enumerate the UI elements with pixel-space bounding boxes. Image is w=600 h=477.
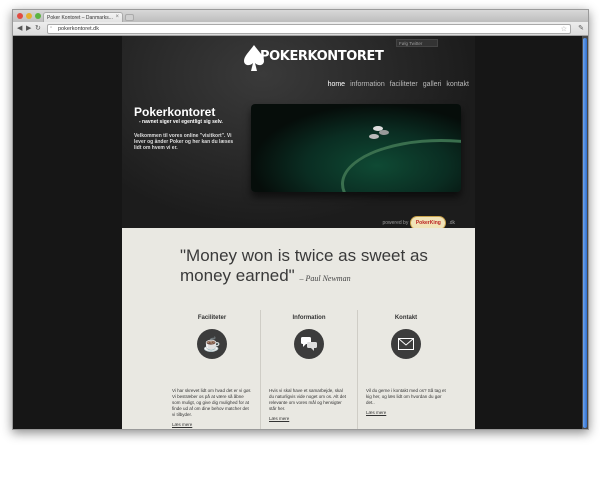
column-title: Information: [292, 315, 326, 321]
table-rail: [341, 139, 461, 192]
column-kontakt: Kontakt Vil du gerne i kontakt med os? S…: [358, 310, 454, 429]
menu-item-kontakt[interactable]: kontakt: [446, 81, 469, 88]
poker-table-photo: [251, 104, 461, 192]
hero-text: Pokerkontoret - navnet siger vel egentli…: [134, 105, 234, 152]
menu-item-home[interactable]: home: [328, 81, 346, 88]
tab-title: Poker Kontoret – Danmarks...: [47, 15, 113, 21]
feature-columns: Faciliteter ☕ Vi har skrevet lidt om hva…: [164, 310, 454, 429]
chip-stack: [369, 134, 379, 139]
page-icon: ▫: [50, 25, 53, 31]
zoom-window-button[interactable]: [35, 13, 41, 19]
column-title: Kontakt: [394, 315, 418, 321]
back-icon[interactable]: ◀: [17, 25, 22, 33]
wrench-icon[interactable]: ✎: [578, 24, 584, 32]
main-menu: home information faciliteter galleri kon…: [328, 81, 469, 88]
browser-toolbar: ◀ ▶ ↻ ▫ pokerkontoret.dk ☆ ✎: [13, 22, 588, 36]
new-tab-button[interactable]: [125, 14, 134, 21]
quote-author: – Paul Newman: [299, 274, 351, 283]
menu-item-galleri[interactable]: galleri: [423, 81, 442, 88]
column-title: Faciliteter: [197, 315, 227, 321]
speech-bubbles-icon: [294, 329, 324, 359]
column-text: Hvis vi skal have et samarbejde, skal du…: [269, 388, 347, 411]
scrollbar-thumb[interactable]: [583, 38, 587, 428]
scrollbar[interactable]: [582, 36, 588, 429]
twitter-follow-button[interactable]: Følg Twitter: [396, 39, 438, 47]
powered-by-suffix: .dk: [448, 220, 455, 226]
hero-section: POKERKONTORET Følg Twitter home informat…: [122, 36, 475, 230]
envelope-icon: [398, 338, 414, 350]
menu-item-information[interactable]: information: [350, 81, 385, 88]
menu-item-faciliteter[interactable]: faciliteter: [390, 81, 418, 88]
hero-intro: Velkommen til vores online "visitkort". …: [134, 133, 234, 151]
read-more-link[interactable]: Læs mere: [366, 410, 446, 415]
page-viewport: POKERKONTORET Følg Twitter home informat…: [13, 36, 588, 429]
window-controls: [17, 13, 41, 19]
column-information: Information Hvis vi skal have et samarbe…: [261, 310, 358, 429]
hero-subtitle: - navnet siger vel egentligt sig selv.: [139, 119, 223, 125]
hero-title: Pokerkontoret: [134, 105, 216, 119]
close-icon[interactable]: ×: [115, 14, 119, 20]
forward-icon[interactable]: ▶: [26, 25, 31, 33]
chip-stack: [373, 126, 383, 131]
logo-text: POKERKONTORET: [260, 49, 384, 64]
column-faciliteter: Faciliteter ☕ Vi har skrevet lidt om hva…: [164, 310, 261, 429]
coffee-cup-icon: ☕: [197, 329, 227, 359]
read-more-link[interactable]: Læs mere: [172, 422, 252, 427]
chip-stack: [379, 130, 389, 135]
bookmark-star-icon[interactable]: ☆: [561, 25, 567, 33]
speech-bubbles-icon: [301, 337, 317, 351]
address-bar[interactable]: ▫ pokerkontoret.dk ☆: [47, 24, 571, 34]
site-logo[interactable]: POKERKONTORET: [240, 42, 384, 74]
close-window-button[interactable]: [17, 13, 23, 19]
browser-tab[interactable]: Poker Kontoret – Danmarks... ×: [43, 12, 123, 22]
envelope-icon: [391, 329, 421, 359]
minimize-window-button[interactable]: [26, 13, 32, 19]
browser-window: Poker Kontoret – Danmarks... × ◀ ▶ ↻ ▫ p…: [12, 9, 589, 430]
column-text: Vil du gerne i kontakt med os? Så tag et…: [366, 388, 446, 405]
reload-icon[interactable]: ↻: [35, 25, 41, 33]
powered-by-label: powered by: [382, 220, 409, 226]
column-text: Vi har skrevet lidt om hvad det er vi gø…: [172, 388, 252, 417]
read-more-link[interactable]: Læs mere: [269, 416, 349, 421]
quote-block: "Money won is twice as sweet as money ea…: [180, 246, 460, 289]
website: POKERKONTORET Følg Twitter home informat…: [122, 36, 475, 429]
content-section: "Money won is twice as sweet as money ea…: [122, 228, 475, 429]
tab-bar: Poker Kontoret – Danmarks... ×: [13, 10, 588, 22]
url-text: pokerkontoret.dk: [58, 26, 99, 32]
